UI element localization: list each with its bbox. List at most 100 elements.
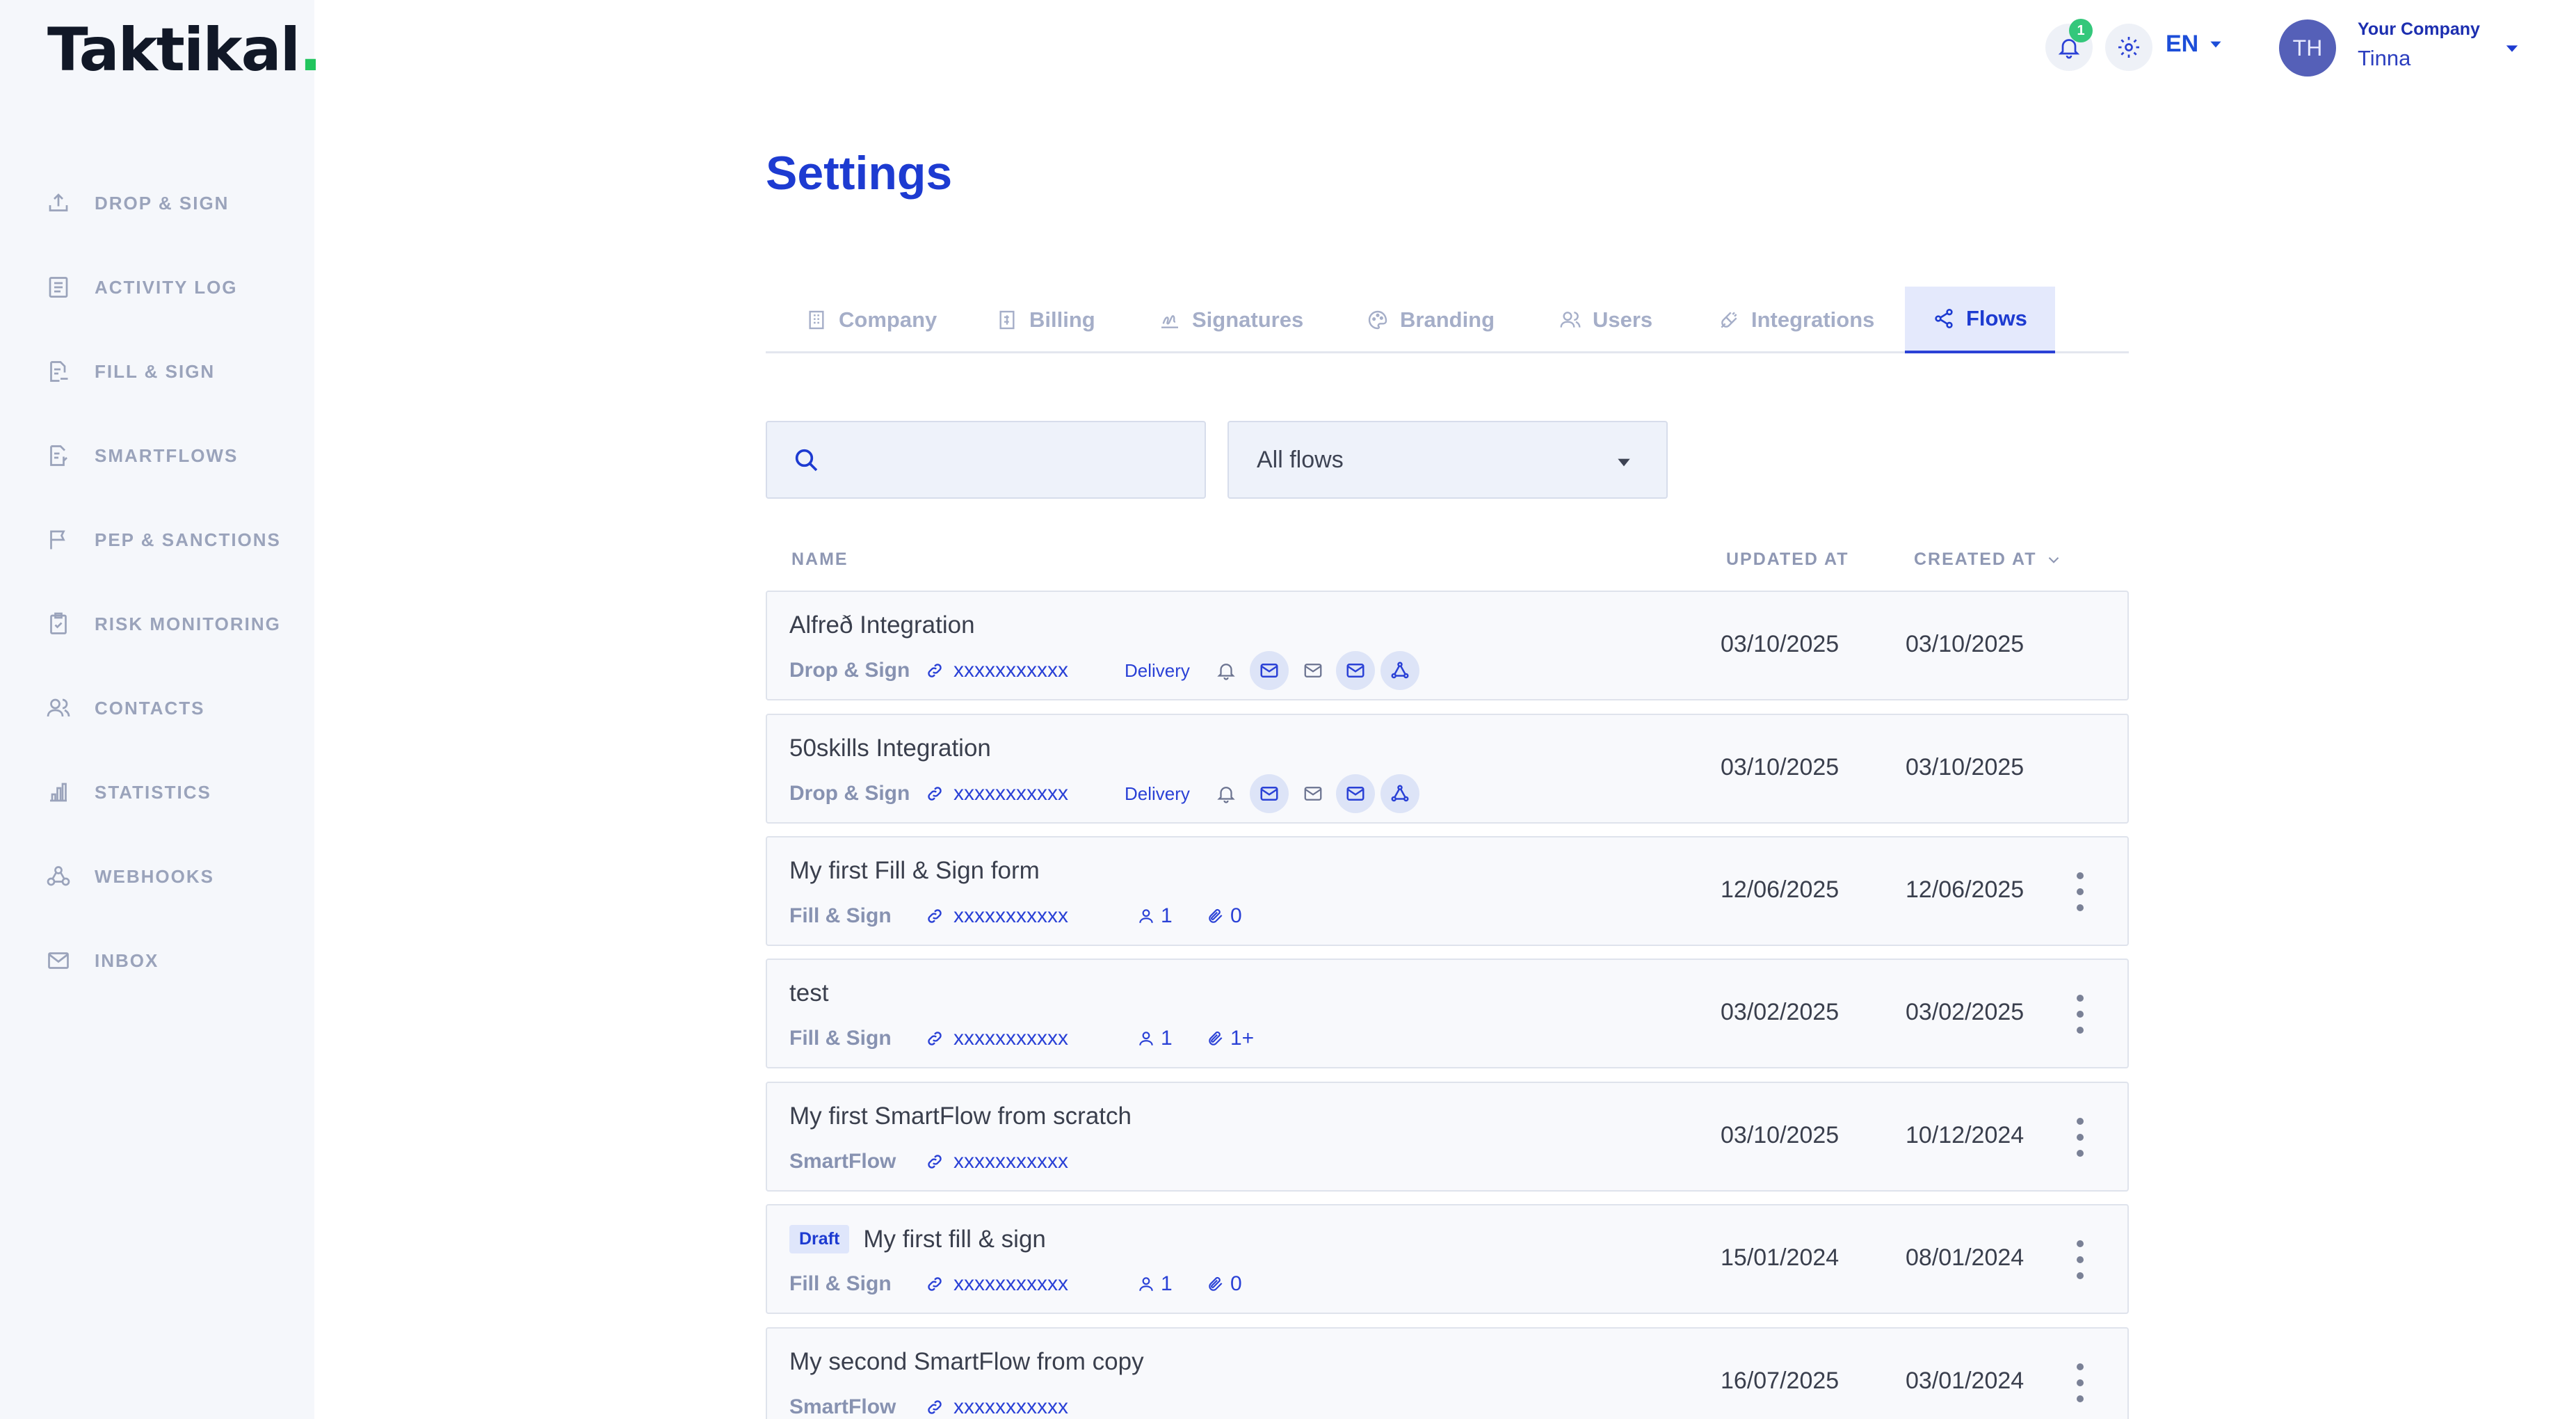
sidebar-item-webhooks[interactable]: WEBHOOKS	[46, 856, 214, 897]
flow-link[interactable]: xxxxxxxxxxx	[926, 1267, 1068, 1301]
row-menu-button[interactable]	[2073, 1240, 2087, 1279]
bell-icon	[1207, 651, 1246, 690]
signers-count: 1	[1137, 1021, 1173, 1056]
link-icon	[928, 1400, 942, 1414]
attachments-count: 0	[1207, 1267, 1242, 1301]
attachments-count: 1+	[1207, 1021, 1254, 1056]
flow-link[interactable]: xxxxxxxxxxx	[926, 653, 1068, 688]
row-menu-button[interactable]	[2073, 1363, 2087, 1402]
table-row[interactable]: My first Fill & Sign form Fill & Sign xx…	[766, 836, 2129, 946]
flow-link[interactable]: xxxxxxxxxxx	[926, 1144, 1068, 1179]
table-row[interactable]: test Fill & Sign xxxxxxxxxxx 1 1+ 03/02/…	[766, 959, 2129, 1068]
flow-link[interactable]: xxxxxxxxxxx	[926, 1390, 1068, 1419]
mail-icon	[1294, 651, 1333, 690]
person-icon	[1139, 1032, 1153, 1045]
updated-at: 03/10/2025	[1721, 754, 1840, 780]
search-input[interactable]	[834, 447, 1182, 473]
attachments-count: 0	[1207, 899, 1242, 933]
email-active-icon	[1250, 651, 1289, 690]
table-row[interactable]: Alfreð Integration Drop & Sign xxxxxxxxx…	[766, 591, 2129, 700]
flag-icon	[50, 530, 65, 550]
column-header-created[interactable]: CREATED AT	[1914, 550, 2063, 570]
user-menu-caret-icon[interactable]	[2502, 39, 2522, 58]
sidebar-item-fill-sign[interactable]: FILL & SIGN	[46, 351, 215, 392]
caret-down-icon	[1618, 458, 1630, 467]
tab-users[interactable]: Users	[1559, 287, 1652, 353]
flow-link[interactable]: xxxxxxxxxxx	[926, 1021, 1068, 1056]
flow-filter-select[interactable]: All flows	[1227, 421, 1668, 499]
link-icon	[928, 909, 942, 923]
flow-meta: Drop & Sign xxxxxxxxxxx Delivery	[789, 774, 1419, 813]
sidebar-item-label: FILL & SIGN	[95, 360, 216, 382]
sidebar-item-pep-sanctions[interactable]: PEP & SANCTIONS	[46, 519, 281, 561]
row-menu-button[interactable]	[2073, 1118, 2087, 1157]
chart-icon	[50, 783, 67, 802]
created-at: 08/01/2024	[1906, 1244, 2024, 1271]
share-icon	[1935, 309, 1953, 328]
sidebar-item-contacts[interactable]: CONTACTS	[46, 687, 205, 729]
sidebar-item-inbox[interactable]: INBOX	[46, 940, 159, 981]
person-icon	[1139, 1277, 1153, 1291]
flow-type: Fill & Sign	[789, 904, 892, 927]
tab-integrations[interactable]: Integrations	[1718, 287, 1874, 353]
form-sign-icon	[50, 361, 68, 382]
column-header-updated[interactable]: UPDATED AT	[1726, 550, 1849, 570]
search-icon	[795, 449, 818, 472]
table-row[interactable]: My second SmartFlow from copy SmartFlow …	[766, 1327, 2129, 1419]
sidebar-item-risk-monitoring[interactable]: RISK MONITORING	[46, 603, 281, 645]
page-title: Settings	[766, 147, 953, 200]
list-icon	[49, 277, 68, 298]
column-header-name: NAME	[791, 550, 848, 569]
sidebar-item-statistics[interactable]: STATISTICS	[46, 771, 211, 813]
mail-icon	[1294, 774, 1333, 813]
flow-meta: Drop & Sign xxxxxxxxxxx Delivery	[789, 651, 1419, 690]
person-icon	[1139, 909, 1153, 923]
logo[interactable]: Taktikal.	[47, 15, 322, 85]
sidebar-item-label: STATISTICS	[95, 781, 211, 803]
table-row[interactable]: Draft My first fill & sign Fill & Sign x…	[766, 1204, 2129, 1314]
tab-flows[interactable]: Flows	[1905, 287, 2055, 353]
search-box[interactable]	[766, 421, 1206, 499]
created-at: 03/10/2025	[1906, 631, 2024, 657]
sidebar-item-drop-sign[interactable]: DROP & SIGN	[46, 182, 229, 224]
table-row[interactable]: 50skills Integration Drop & Sign xxxxxxx…	[766, 714, 2129, 824]
language-selector[interactable]: EN	[2166, 31, 2225, 58]
tab-company[interactable]: Company	[805, 287, 937, 353]
sidebar-item-activity-log[interactable]: ACTIVITY LOG	[46, 266, 238, 308]
flow-type: Drop & Sign	[789, 659, 910, 682]
flow-name: My first SmartFlow from scratch	[789, 1103, 1132, 1130]
flow-type: Drop & Sign	[789, 782, 910, 805]
plug-icon	[1721, 312, 1737, 328]
tab-billing[interactable]: Billing	[996, 287, 1095, 353]
delivery-label: Delivery	[1125, 783, 1190, 804]
paperclip-icon	[1209, 1276, 1223, 1291]
row-menu-button[interactable]	[2073, 872, 2087, 911]
sort-chevron-down-icon	[2049, 556, 2059, 563]
settings-button[interactable]	[2105, 24, 2152, 71]
flow-link[interactable]: xxxxxxxxxxx	[926, 776, 1068, 811]
flow-name: 50skills Integration	[789, 735, 991, 762]
avatar[interactable]: TH	[2279, 19, 2336, 77]
flow-type: Fill & Sign	[789, 1272, 892, 1295]
tab-branding[interactable]: Branding	[1367, 287, 1495, 353]
email-active-icon	[1336, 774, 1375, 813]
sidebar-item-smartflows[interactable]: SMARTFLOWS	[46, 435, 238, 476]
flow-type: SmartFlow	[789, 1395, 896, 1418]
table-row[interactable]: My first SmartFlow from scratch SmartFlo…	[766, 1082, 2129, 1192]
tab-signatures[interactable]: Signatures	[1159, 287, 1303, 353]
draft-badge: Draft	[789, 1225, 850, 1253]
clipboard-icon	[50, 612, 67, 634]
created-at: 12/06/2025	[1906, 876, 2024, 903]
flow-type: Fill & Sign	[789, 1027, 892, 1050]
row-menu-button[interactable]	[2073, 995, 2087, 1034]
flow-meta: SmartFlow xxxxxxxxxxx	[789, 1390, 1068, 1419]
flow-name: Draft My first fill & sign	[789, 1225, 1046, 1253]
updated-at: 15/01/2024	[1721, 1244, 1840, 1271]
link-icon	[928, 1155, 942, 1169]
building-icon	[809, 310, 824, 330]
sidebar-item-label: CONTACTS	[95, 697, 205, 719]
flow-link[interactable]: xxxxxxxxxxx	[926, 899, 1068, 933]
mail-icon	[48, 952, 69, 969]
sidebar-item-label: INBOX	[95, 949, 159, 971]
company-name: Your Company	[2358, 19, 2480, 39]
